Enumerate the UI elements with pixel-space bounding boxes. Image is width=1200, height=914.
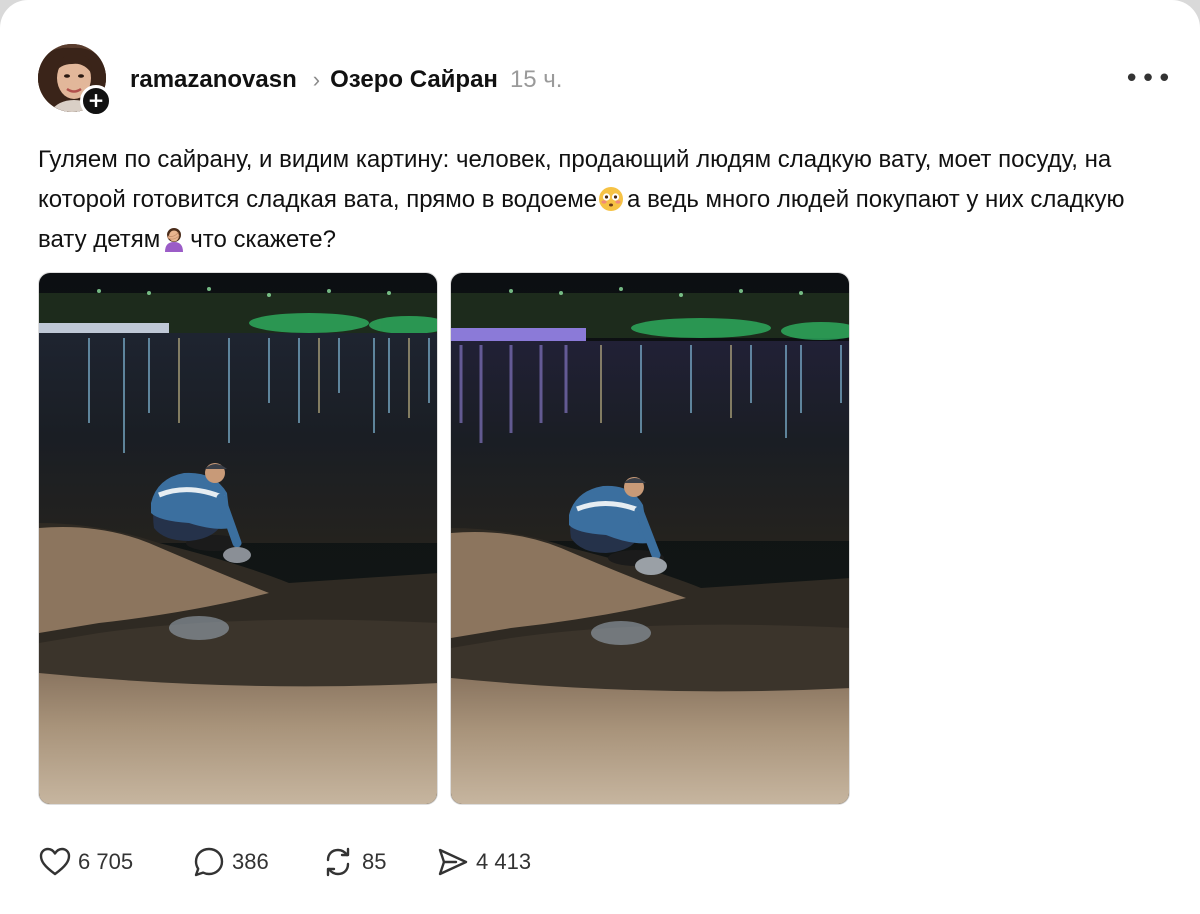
follow-plus-icon[interactable]: + bbox=[80, 85, 112, 117]
comment-bubble-icon bbox=[194, 847, 224, 877]
repost-icon bbox=[326, 847, 350, 877]
post-text-part3: что скажете? bbox=[190, 226, 336, 253]
photo-2-image bbox=[451, 273, 849, 804]
comment-count: 386 bbox=[232, 849, 269, 874]
topic-link[interactable]: Озеро Сайран bbox=[330, 66, 498, 94]
username-link[interactable]: ramazanovasn bbox=[130, 66, 297, 94]
repost-button[interactable]: 85 bbox=[320, 842, 386, 882]
heart-icon bbox=[39, 847, 71, 876]
post-header: ramazanovasn › Озеро Сайран 15 ч. bbox=[130, 62, 562, 98]
photo-1-image bbox=[39, 273, 437, 804]
like-button[interactable]: 6 705 bbox=[38, 842, 133, 882]
avatar-container[interactable]: + bbox=[38, 44, 112, 117]
post-timestamp: 15 ч. bbox=[509, 66, 563, 93]
woman-facepalming-emoji-icon bbox=[165, 228, 184, 252]
more-options-icon[interactable]: ••• bbox=[1124, 64, 1172, 94]
like-count: 6 705 bbox=[78, 849, 134, 874]
post-text: Гуляем по сайрану, и видим картину: чело… bbox=[38, 140, 1148, 260]
flushed-face-emoji-icon bbox=[599, 187, 624, 211]
share-button[interactable]: 4 413 bbox=[436, 842, 531, 882]
post-photo-1[interactable] bbox=[38, 272, 438, 805]
share-count: 4 413 bbox=[476, 849, 532, 874]
chevron-right-icon: › bbox=[312, 67, 321, 92]
send-icon bbox=[438, 848, 468, 876]
post-photo-2[interactable] bbox=[450, 272, 850, 805]
comment-button[interactable]: 386 bbox=[192, 842, 269, 882]
repost-count: 85 bbox=[362, 849, 387, 874]
post-card: + ramazanovasn › Озеро Сайран 15 ч. ••• … bbox=[0, 0, 1200, 914]
